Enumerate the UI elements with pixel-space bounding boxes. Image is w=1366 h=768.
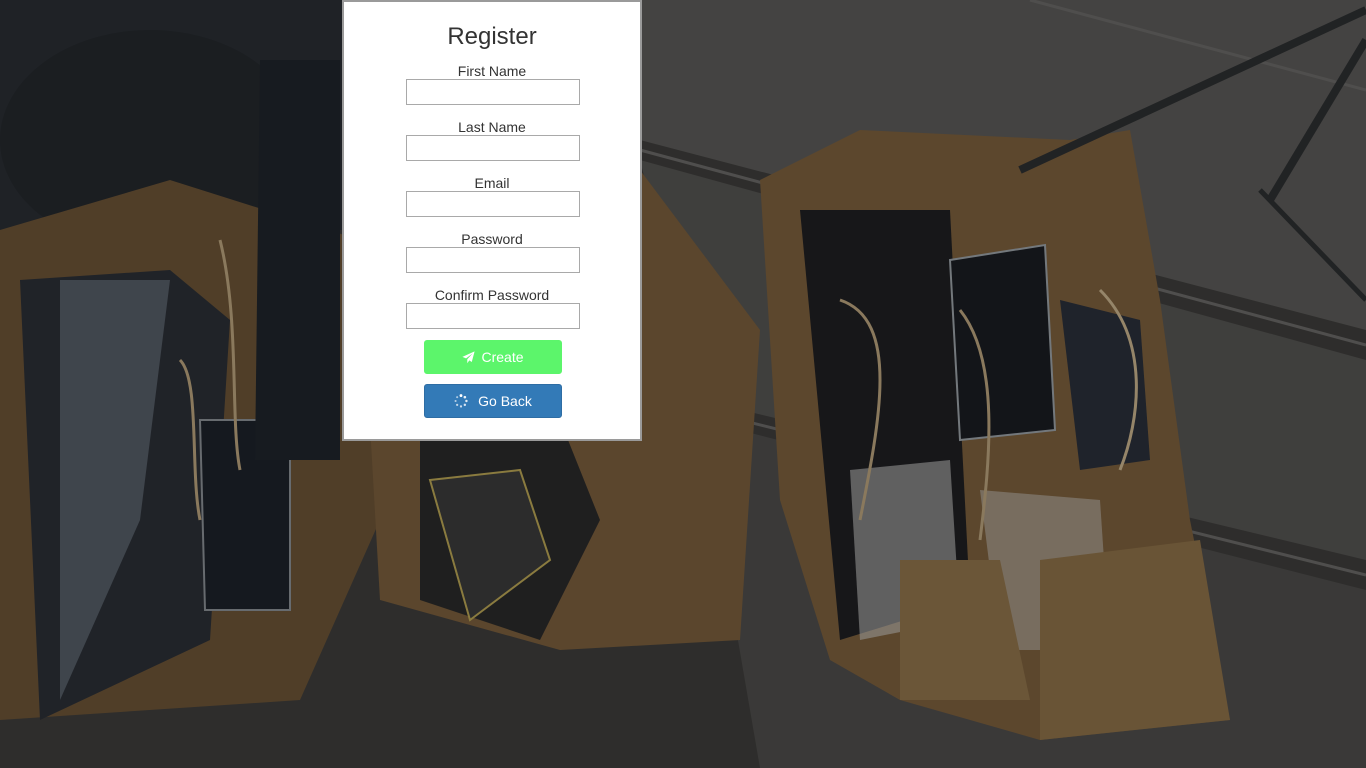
first-name-label: First Name: [457, 63, 527, 79]
password-input[interactable]: [406, 247, 580, 273]
password-label: Password: [461, 231, 523, 247]
confirm-password-input[interactable]: [406, 303, 580, 329]
paper-plane-icon: [462, 350, 476, 364]
spinner-icon: [454, 394, 468, 408]
last-name-label: Last Name: [458, 119, 526, 135]
shopping-bags-photo: [0, 0, 1366, 768]
email-input[interactable]: [406, 191, 580, 217]
last-name-input[interactable]: [406, 135, 580, 161]
create-button-label: Create: [481, 349, 524, 365]
background-photo: [0, 0, 1366, 768]
go-back-button-label: Go Back: [478, 393, 532, 409]
form-title: Register: [447, 23, 537, 50]
first-name-input[interactable]: [406, 79, 580, 105]
create-button[interactable]: Create: [424, 340, 562, 374]
confirm-password-label: Confirm Password: [434, 287, 550, 303]
email-label: Email: [474, 175, 510, 191]
register-form: Register First Name Last Name Email Pass…: [342, 0, 642, 441]
go-back-button[interactable]: Go Back: [424, 384, 562, 418]
